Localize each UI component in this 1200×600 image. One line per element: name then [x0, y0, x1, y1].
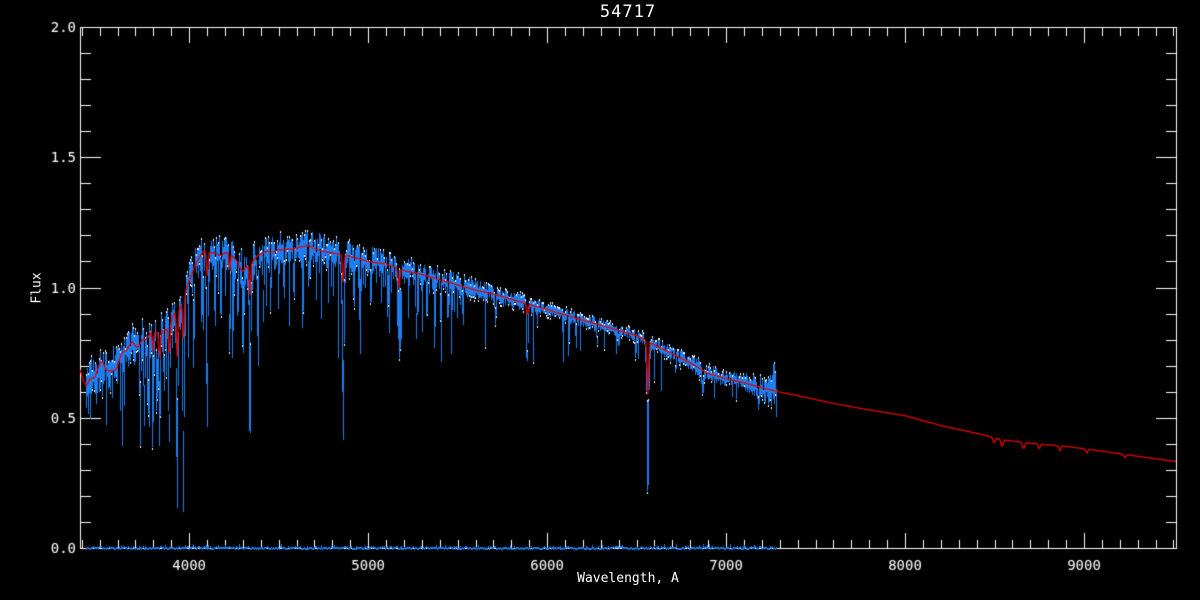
plot-title: 54717 [80, 2, 1176, 22]
spectrum-figure: 54717 Wavelength, A Flux [0, 0, 1200, 600]
y-axis-label: Flux [30, 272, 45, 303]
x-axis-label: Wavelength, A [80, 571, 1176, 586]
spectrum-plot-canvas [0, 0, 1200, 600]
